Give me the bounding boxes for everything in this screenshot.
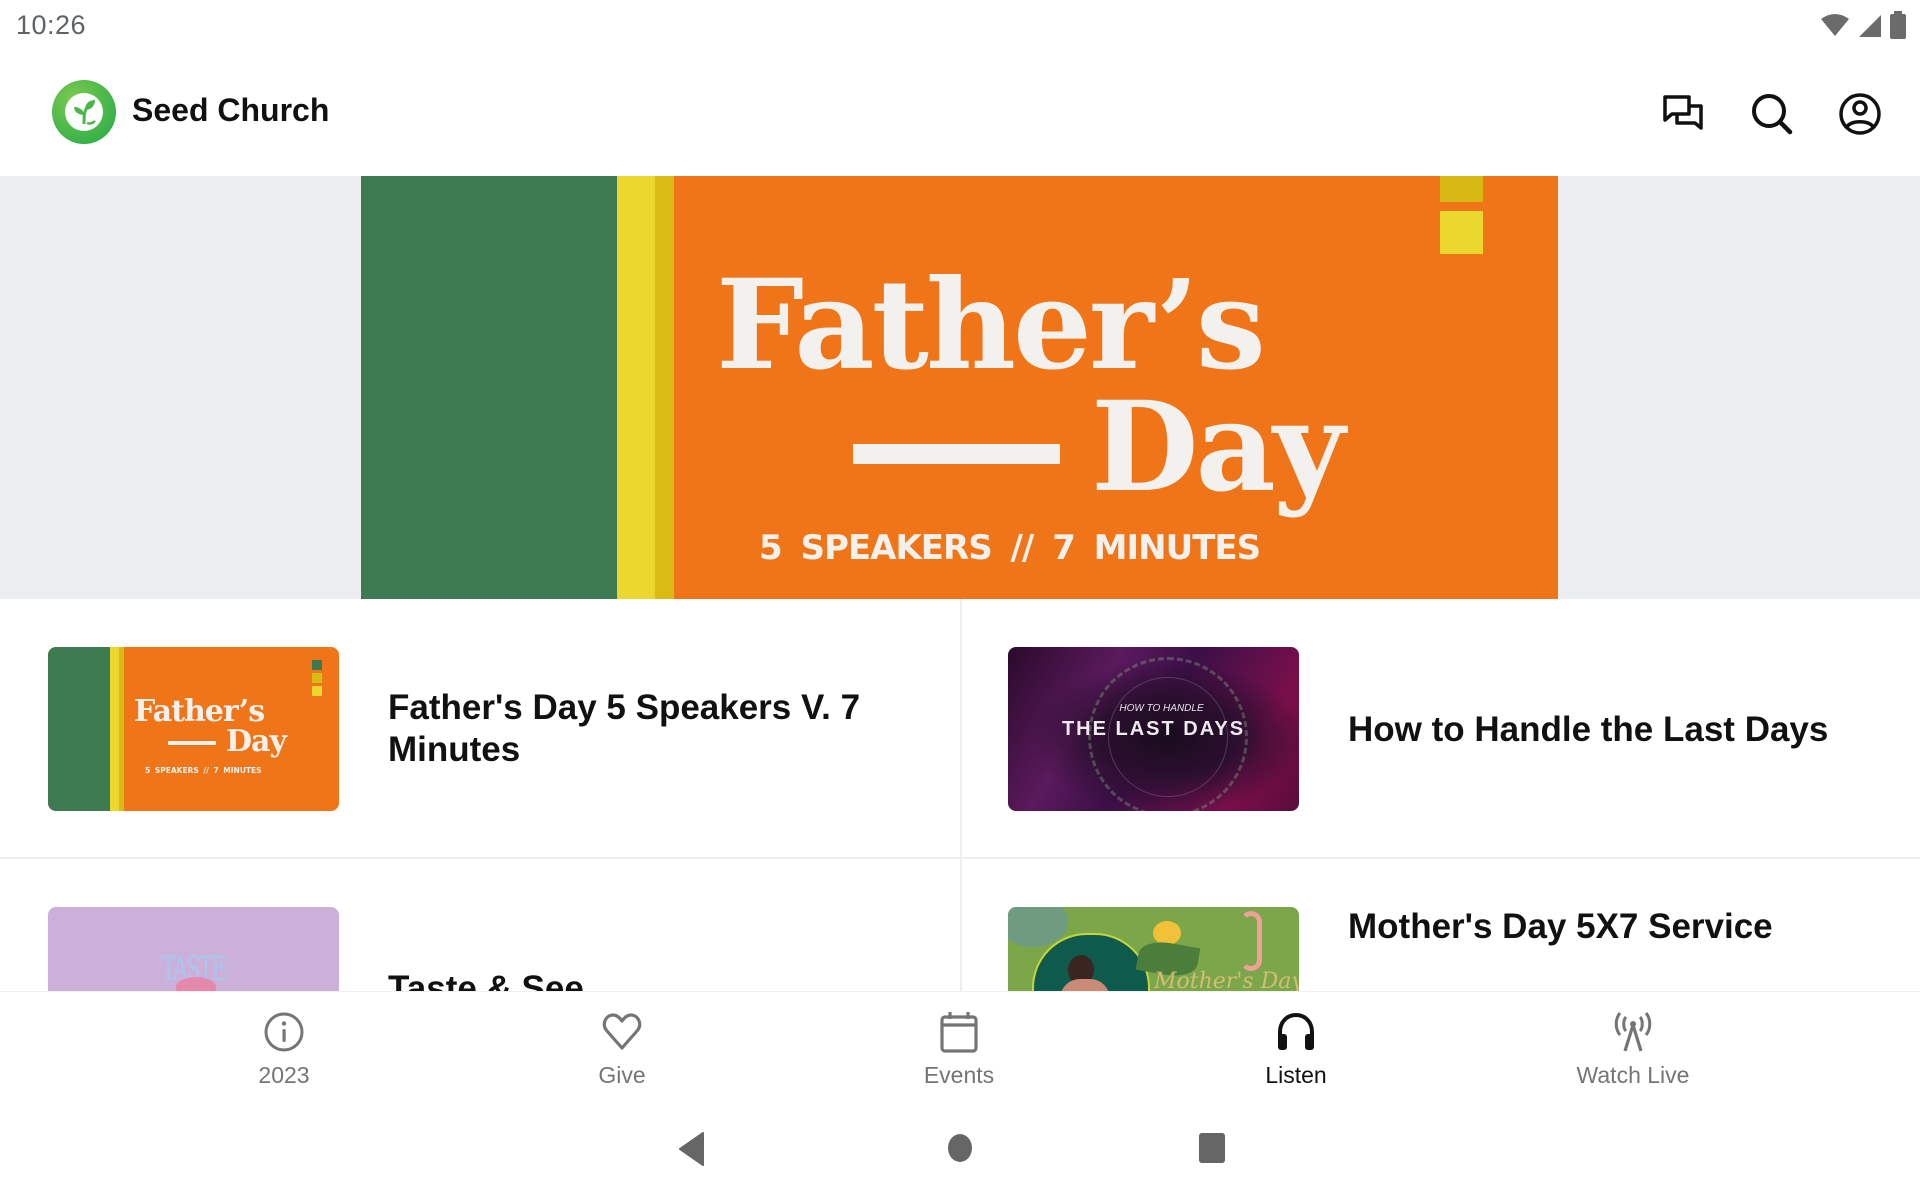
seed-sprout-icon	[74, 100, 96, 125]
calendar-icon	[937, 1010, 981, 1054]
status-time: 10:26	[16, 10, 87, 40]
church-logo[interactable]	[52, 80, 116, 144]
app-title: Seed Church	[132, 92, 330, 128]
system-home-button[interactable]	[946, 1132, 974, 1169]
banner-subtitle: 5 SPEAKERS // 7 MINUTES	[759, 528, 1261, 568]
sermon-list: Father’s Day 5 SPEAKERS // 7 MINUTES Fat…	[0, 599, 1920, 991]
item-thumbnail: TASTE	[48, 907, 339, 991]
account-button[interactable]	[1836, 90, 1884, 138]
system-recents-button[interactable]	[1198, 1132, 1226, 1169]
thumb-text-small: HOW TO HANDLE	[1119, 703, 1204, 714]
nav-tab-give[interactable]: Give	[430, 992, 814, 1097]
item-thumbnail: Mother's Day	[1008, 907, 1299, 991]
item-title: How to Handle the Last Days	[1348, 710, 1829, 749]
nav-label: Give	[598, 1062, 646, 1088]
heart-icon	[600, 1010, 644, 1054]
list-item[interactable]: TASTE Taste & See	[0, 859, 960, 991]
hero-section: Father’s Day 5 SPEAKERS // 7 MINUTES	[0, 176, 1920, 599]
thumb-subtitle: 5 SPEAKERS // 7 MINUTES	[145, 766, 262, 775]
app-header: Seed Church	[0, 52, 1920, 176]
banner-title-line1: Father’s	[716, 253, 1266, 398]
cell-signal-icon	[1858, 12, 1882, 38]
featured-banner[interactable]: Father’s Day 5 SPEAKERS // 7 MINUTES	[361, 176, 1558, 599]
banner-square-decor	[1440, 176, 1483, 202]
system-back-button[interactable]	[679, 1132, 705, 1171]
status-bar: 10:26	[0, 0, 1920, 52]
nav-tab-watch-live[interactable]: Watch Live	[1441, 992, 1825, 1097]
banner-green-stripe	[361, 176, 617, 599]
list-item[interactable]: Mother's Day Mother's Day 5X7 Service	[960, 859, 1920, 991]
nav-label: Watch Live	[1576, 1062, 1690, 1088]
nav-label: Events	[923, 1062, 995, 1088]
item-title: Taste & See	[388, 969, 584, 991]
battery-icon	[1890, 11, 1906, 39]
thumb-text-line2: Day	[226, 724, 287, 759]
banner-dash	[853, 444, 1060, 464]
list-item[interactable]: Father’s Day 5 SPEAKERS // 7 MINUTES Fat…	[0, 599, 960, 857]
account-circle-icon	[1839, 93, 1881, 135]
banner-yellow-stripe	[617, 176, 655, 599]
bottom-navigation: 2023 Give Events Listen Watch Live	[0, 991, 1920, 1096]
thumb-text-big: THE LAST DAYS	[1061, 718, 1246, 740]
nav-tab-2023[interactable]: 2023	[92, 992, 476, 1097]
chat-bubbles-icon	[1663, 95, 1703, 130]
item-thumbnail: HOW TO HANDLE THE LAST DAYS	[1008, 647, 1299, 811]
nav-tab-events[interactable]: Events	[767, 992, 1151, 1097]
thumb-text-line1: Father’s	[134, 694, 265, 729]
home-circle-icon	[948, 1134, 972, 1162]
recents-square-icon	[1199, 1133, 1225, 1163]
item-title: Mother's Day 5X7 Service	[1348, 907, 1773, 946]
broadcast-antenna-icon	[1611, 1010, 1655, 1054]
info-icon	[262, 1010, 306, 1054]
nav-label: 2023	[258, 1062, 310, 1088]
back-triangle-icon	[679, 1132, 704, 1166]
wifi-icon	[1820, 13, 1850, 37]
banner-square-decor	[1440, 211, 1483, 254]
item-thumbnail: Father’s Day 5 SPEAKERS // 7 MINUTES	[48, 647, 339, 811]
banner-dark-yellow-stripe	[655, 176, 674, 599]
item-title: Father's Day 5 Speakers V. 7 Minutes	[388, 688, 861, 769]
headphones-icon	[1274, 1010, 1318, 1054]
messages-button[interactable]	[1660, 90, 1708, 138]
nav-tab-listen[interactable]: Listen	[1104, 992, 1488, 1097]
search-button[interactable]	[1748, 90, 1796, 138]
banner-title-line2: Day	[1091, 375, 1345, 520]
search-icon	[1752, 94, 1793, 135]
nav-label: Listen	[1265, 1062, 1327, 1088]
status-icons	[1820, 11, 1906, 39]
system-navigation-bar	[0, 1096, 1920, 1200]
list-item[interactable]: HOW TO HANDLE THE LAST DAYS How to Handl…	[960, 599, 1920, 857]
thumb-script-text: Mother's Day	[1154, 969, 1299, 991]
